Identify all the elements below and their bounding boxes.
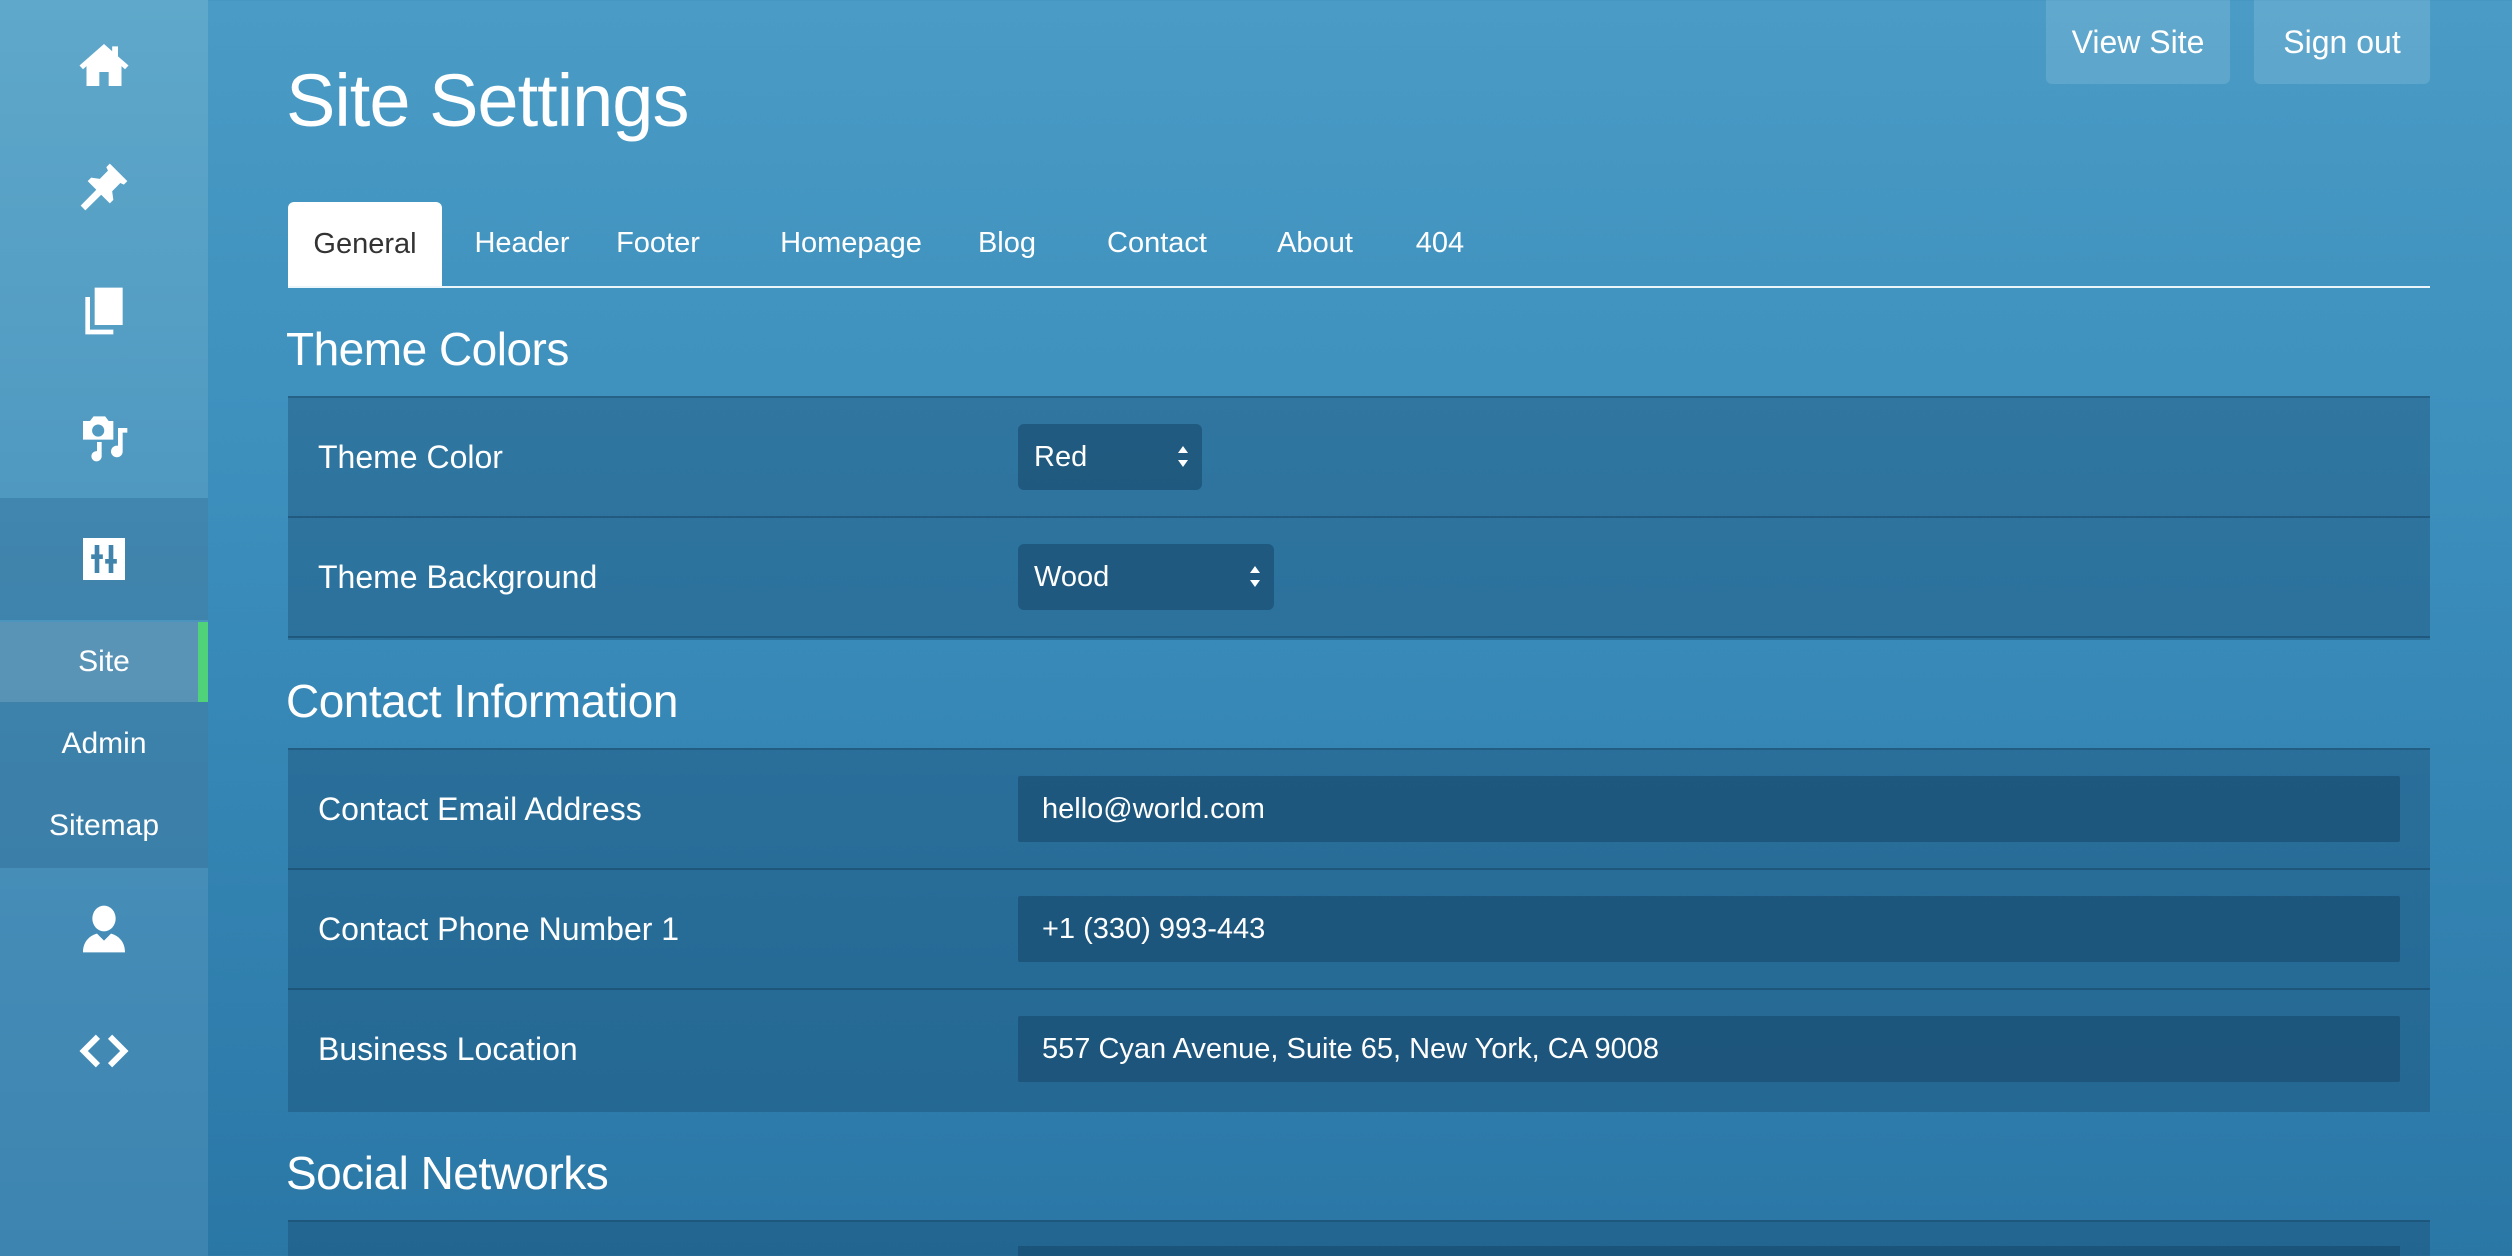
settings-icon xyxy=(83,538,125,580)
tab-404[interactable]: 404 xyxy=(1404,200,1476,286)
tab-homepage[interactable]: Homepage xyxy=(774,200,928,286)
business-location-input[interactable]: 557 Cyan Avenue, Suite 65, New York, CA … xyxy=(1018,1016,2400,1082)
submenu-item-sitemap[interactable]: Sitemap xyxy=(0,786,208,866)
tab-about[interactable]: About xyxy=(1262,200,1368,286)
nav-media[interactable] xyxy=(0,374,208,496)
theme-color-row: Theme Color Red xyxy=(288,398,2430,518)
select-arrows-icon xyxy=(1250,566,1260,587)
pin-icon xyxy=(80,163,128,211)
view-site-button[interactable]: View Site xyxy=(2046,0,2230,84)
select-arrows-icon xyxy=(1178,446,1188,467)
business-location-label: Business Location xyxy=(318,1030,578,1067)
tab-contact[interactable]: Contact xyxy=(1094,200,1220,286)
contact-phone-row: Contact Phone Number 1 +1 (330) 993-443 xyxy=(288,870,2430,990)
tab-header[interactable]: Header xyxy=(462,200,582,286)
nav-settings[interactable] xyxy=(0,498,208,620)
nav-pages[interactable] xyxy=(0,250,208,372)
theme-background-label: Theme Background xyxy=(318,558,598,595)
theme-colors-panel: Theme Color Red Theme Background Wood xyxy=(288,396,2430,640)
code-icon xyxy=(79,1034,129,1068)
theme-color-value: Red xyxy=(1034,440,1088,473)
nav-home[interactable] xyxy=(0,4,208,126)
nav-posts[interactable] xyxy=(0,126,208,248)
contact-email-row: Contact Email Address hello@world.com xyxy=(288,750,2430,870)
contact-phone-input[interactable]: +1 (330) 993-443 xyxy=(1018,896,2400,962)
home-icon xyxy=(79,44,129,86)
sign-out-button[interactable]: Sign out xyxy=(2254,0,2430,84)
contact-information-panel: Contact Email Address hello@world.com Co… xyxy=(288,748,2430,1112)
theme-colors-heading: Theme Colors xyxy=(286,323,569,375)
submenu-item-admin[interactable]: Admin xyxy=(0,704,208,784)
page-title: Site Settings xyxy=(286,59,689,142)
theme-background-row: Theme Background Wood xyxy=(288,518,2430,638)
business-location-row: Business Location 557 Cyan Avenue, Suite… xyxy=(288,990,2430,1108)
social-networks-heading: Social Networks xyxy=(286,1147,609,1199)
contact-email-input[interactable]: hello@world.com xyxy=(1018,776,2400,842)
submenu-item-site[interactable]: Site xyxy=(0,622,208,702)
settings-submenu: Site Admin Sitemap xyxy=(0,622,208,868)
nav-users[interactable] xyxy=(0,868,208,990)
contact-email-label: Contact Email Address xyxy=(318,790,642,827)
user-icon xyxy=(83,905,125,953)
nav-code[interactable] xyxy=(0,990,208,1112)
theme-color-select[interactable]: Red xyxy=(1018,424,1202,490)
sidebar: Site Admin Sitemap xyxy=(0,0,208,1256)
settings-tabs: General Header Footer Homepage Blog Cont… xyxy=(288,200,2430,288)
theme-background-select[interactable]: Wood xyxy=(1018,544,1274,610)
contact-phone-label: Contact Phone Number 1 xyxy=(318,910,680,947)
social-network-input[interactable] xyxy=(1018,1246,2400,1256)
contact-information-heading: Contact Information xyxy=(286,675,678,727)
pages-icon xyxy=(85,287,123,335)
media-icon xyxy=(83,416,128,462)
tab-footer[interactable]: Footer xyxy=(602,200,714,286)
tab-general[interactable]: General xyxy=(288,202,442,286)
theme-color-label: Theme Color xyxy=(318,438,503,475)
tab-blog[interactable]: Blog xyxy=(966,200,1048,286)
social-networks-panel xyxy=(288,1220,2430,1256)
theme-background-value: Wood xyxy=(1034,560,1110,593)
